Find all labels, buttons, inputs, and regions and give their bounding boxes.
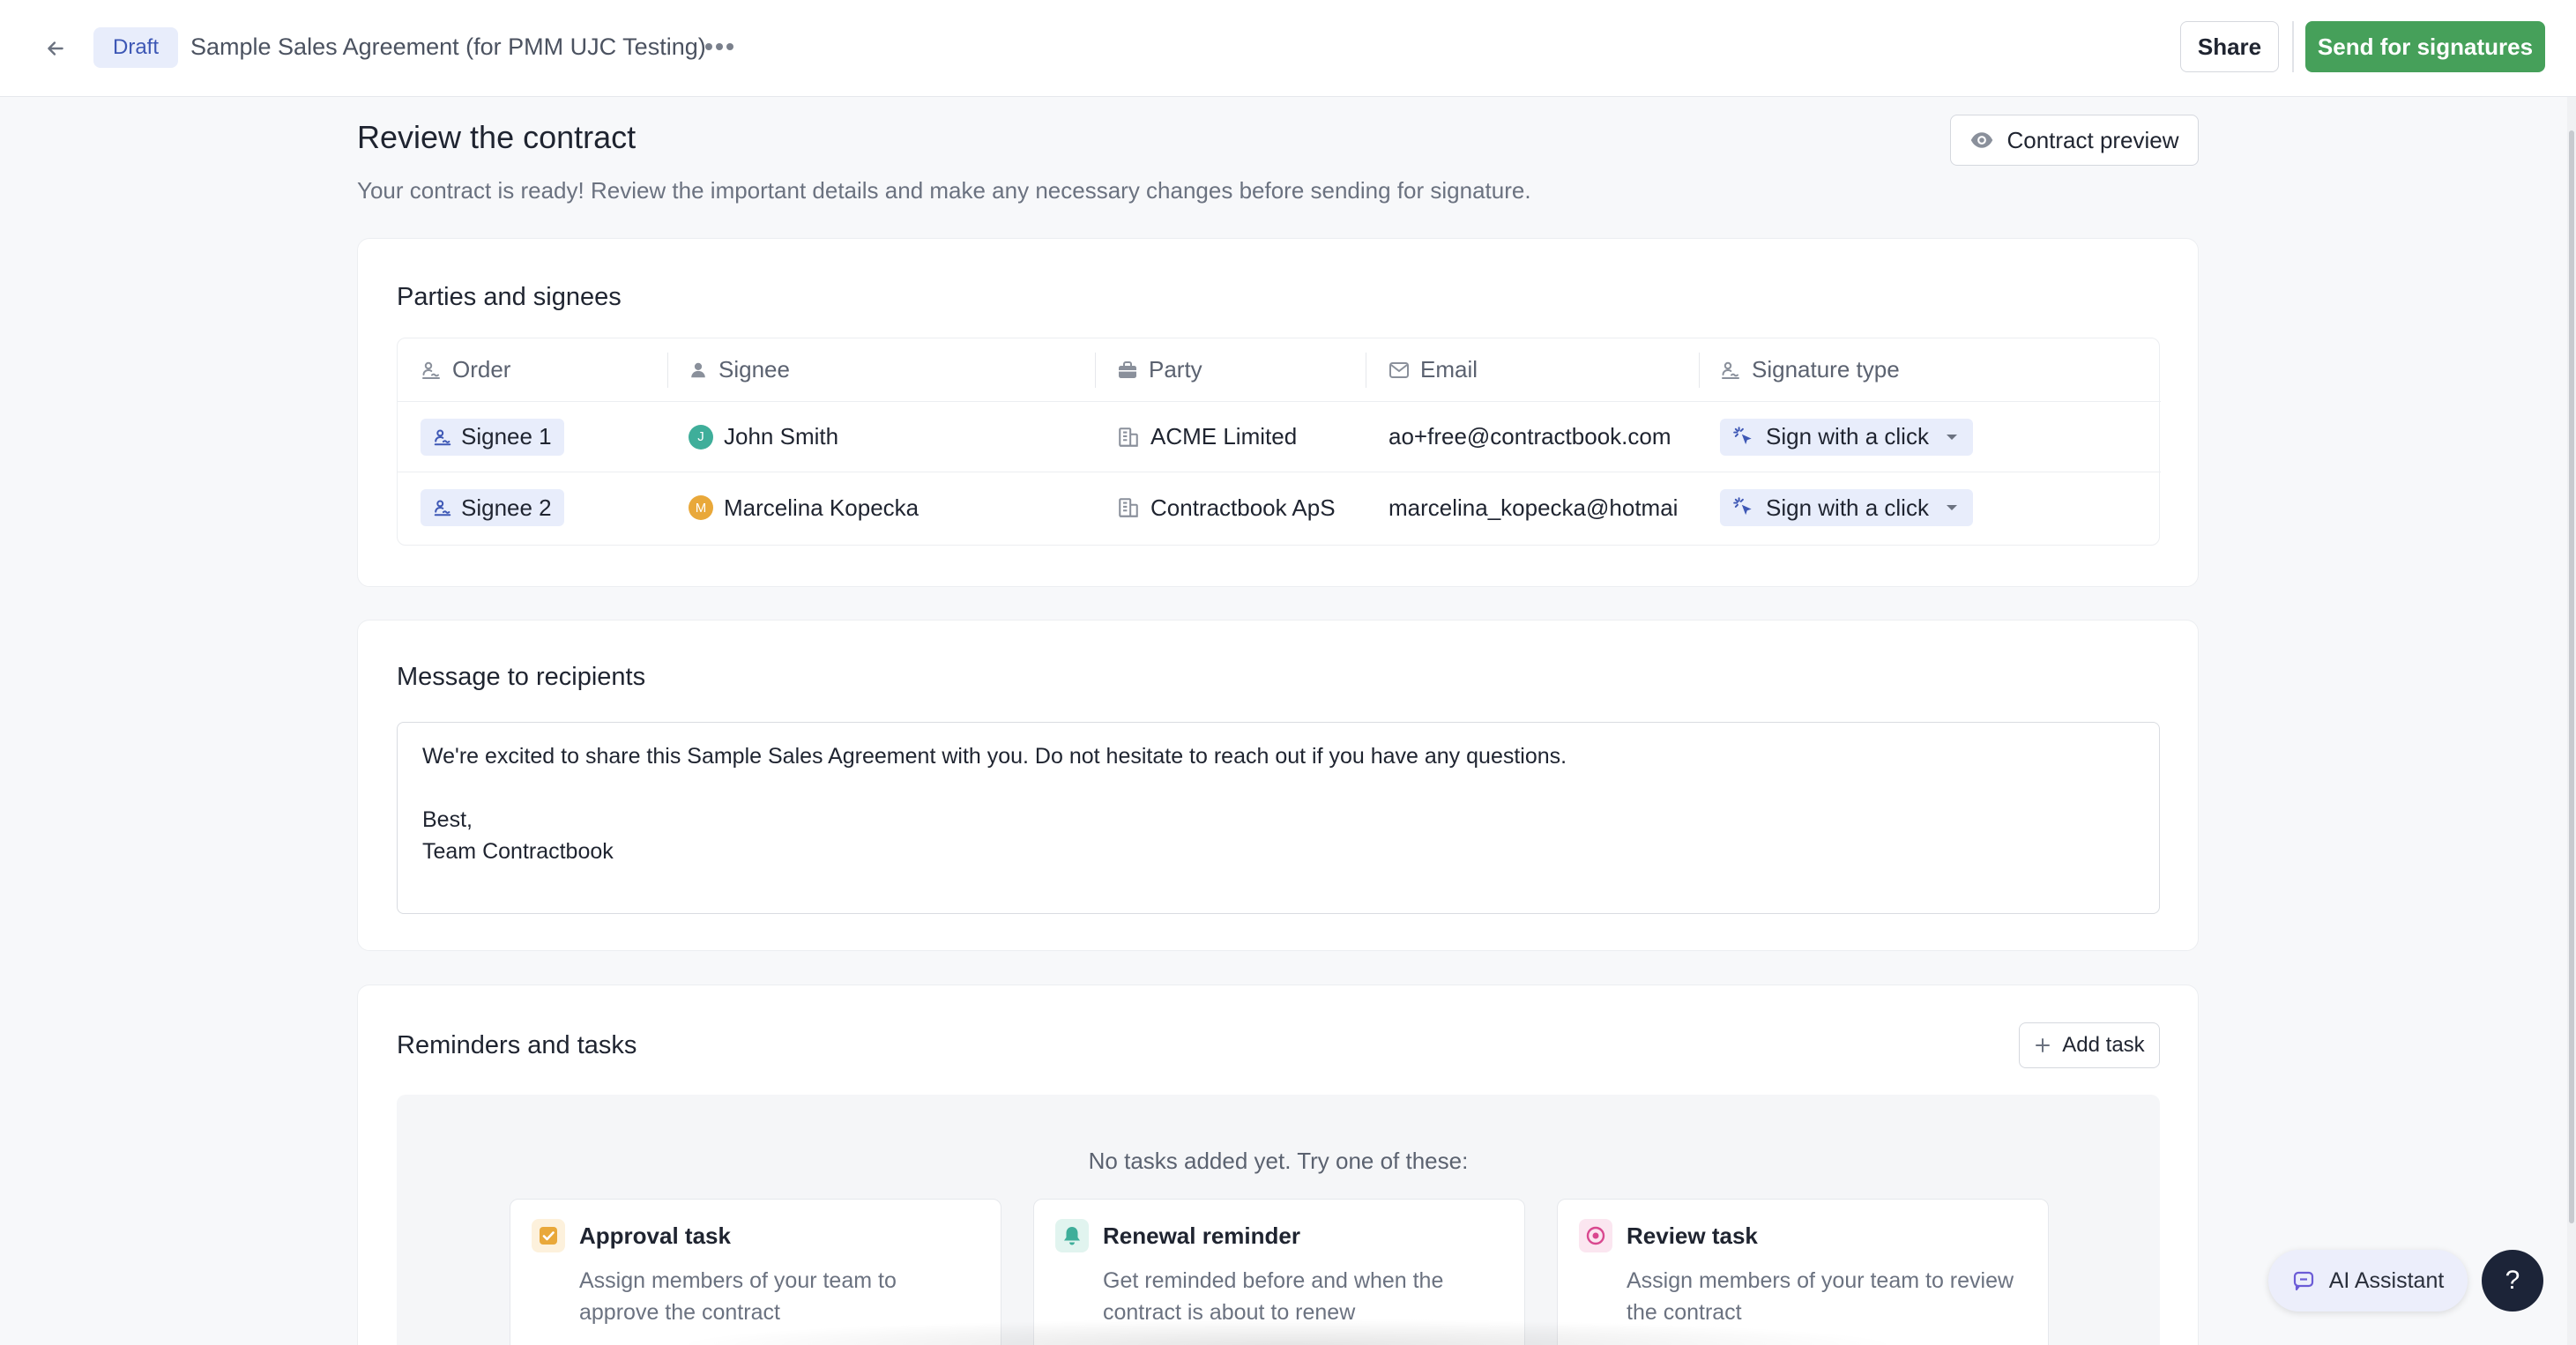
avatar: J bbox=[689, 424, 713, 450]
table-header-row: Order Signee Party Email Signature type bbox=[398, 338, 2161, 402]
help-button[interactable]: ? bbox=[2482, 1250, 2543, 1312]
task-title: Approval task bbox=[579, 1222, 731, 1249]
message-title: Message to recipients bbox=[397, 663, 646, 691]
message-line: We're excited to share this Sample Sales… bbox=[422, 744, 1567, 769]
column-header-signee: Signee bbox=[689, 338, 1085, 401]
caret-down-icon bbox=[1946, 434, 1957, 440]
signature-type-value: Sign with a click bbox=[1766, 423, 1929, 450]
table-row: Signee 1 J John Smith ACME Limited ao+fr… bbox=[398, 402, 2161, 472]
avatar: M bbox=[689, 495, 713, 520]
signature-icon bbox=[1722, 361, 1739, 379]
more-options-button[interactable] bbox=[702, 32, 737, 62]
signature-icon bbox=[422, 361, 440, 379]
contract-preview-label: Contract preview bbox=[2006, 126, 2179, 153]
signee-name[interactable]: Marcelina Kopecka bbox=[724, 494, 919, 522]
reminders-card: Reminders and tasks Add task No tasks ad… bbox=[357, 985, 2199, 1345]
checkbox-icon bbox=[532, 1219, 565, 1252]
signature-icon bbox=[434, 428, 451, 445]
message-card: Message to recipients We're excited to s… bbox=[357, 620, 2199, 951]
signature-type-dropdown[interactable]: Sign with a click bbox=[1720, 489, 1973, 526]
message-line bbox=[422, 772, 2134, 804]
page-subtitle: Your contract is ready! Review the impor… bbox=[357, 177, 1531, 204]
page-title: Review the contract bbox=[357, 119, 637, 155]
ai-assistant-label: AI Assistant bbox=[2328, 1267, 2445, 1293]
share-button[interactable]: Share bbox=[2180, 21, 2279, 72]
message-textarea[interactable]: We're excited to share this Sample Sales… bbox=[397, 722, 2160, 914]
message-line: Team Contractbook bbox=[422, 839, 614, 864]
tasks-empty-state: No tasks added yet. Try one of these: Ap… bbox=[397, 1095, 2160, 1345]
plus-icon bbox=[2036, 1038, 2051, 1052]
more-horizontal-icon bbox=[705, 43, 733, 50]
column-header-order: Order bbox=[421, 338, 659, 401]
add-task-label: Add task bbox=[2062, 1033, 2145, 1057]
message-line: Best, bbox=[422, 807, 473, 832]
document-title[interactable]: Sample Sales Agreement (for PMM UJC Test… bbox=[190, 32, 706, 62]
contract-preview-button[interactable]: Contract preview bbox=[1950, 115, 2199, 166]
task-title: Renewal reminder bbox=[1103, 1222, 1300, 1249]
column-separator[interactable] bbox=[1095, 353, 1096, 388]
scrollbar-thumb[interactable] bbox=[2569, 130, 2574, 1223]
sparkle-chat-icon bbox=[2293, 1271, 2313, 1291]
signature-icon bbox=[434, 500, 451, 516]
send-for-signatures-button[interactable]: Send for signatures bbox=[2305, 21, 2545, 72]
column-header-signature-type: Signature type bbox=[1720, 338, 2073, 401]
signee-name[interactable]: John Smith bbox=[724, 423, 838, 450]
bell-icon bbox=[1055, 1219, 1089, 1252]
ai-assistant-button[interactable]: AI Assistant bbox=[2268, 1250, 2468, 1312]
party-name: Contractbook ApS bbox=[1150, 494, 1336, 521]
eye-icon bbox=[1579, 1219, 1612, 1252]
signee-order-chip[interactable]: Signee 2 bbox=[421, 489, 564, 526]
building-icon bbox=[1119, 498, 1138, 517]
signee-email: marcelina_kopecka@hotmai bbox=[1389, 494, 1679, 521]
parties-table: Order Signee Party Email Signature type bbox=[397, 338, 2161, 546]
click-cursor-icon bbox=[1733, 426, 1752, 444]
column-separator[interactable] bbox=[667, 353, 668, 388]
reminders-title: Reminders and tasks bbox=[397, 1031, 637, 1059]
task-title: Review task bbox=[1627, 1222, 1758, 1249]
arrow-left-icon bbox=[48, 41, 63, 56]
party-name: ACME Limited bbox=[1150, 423, 1298, 450]
signature-type-dropdown[interactable]: Sign with a click bbox=[1720, 418, 1973, 456]
column-header-email: Email bbox=[1389, 338, 1688, 401]
table-row: Signee 2 M Marcelina Kopecka Contractboo… bbox=[398, 472, 2161, 543]
top-bar: Draft Sample Sales Agreement (for PMM UJ… bbox=[0, 0, 2576, 97]
back-button[interactable] bbox=[39, 32, 72, 65]
mail-icon bbox=[1389, 361, 1409, 378]
building-icon bbox=[1119, 427, 1138, 447]
column-separator[interactable] bbox=[1699, 353, 1700, 388]
add-task-button[interactable]: Add task bbox=[2019, 1022, 2160, 1068]
toolbar-divider bbox=[2292, 21, 2294, 72]
status-badge: Draft bbox=[93, 27, 179, 68]
eye-icon bbox=[1971, 132, 1993, 148]
briefcase-icon bbox=[1119, 360, 1136, 378]
column-header-party: Party bbox=[1117, 338, 1364, 401]
scroll-shadow bbox=[670, 1319, 1904, 1345]
parties-card: Parties and signees Order Signee Party E… bbox=[357, 238, 2199, 587]
signee-order-chip[interactable]: Signee 1 bbox=[421, 418, 564, 456]
caret-down-icon bbox=[1946, 505, 1957, 510]
parties-title: Parties and signees bbox=[397, 283, 622, 311]
signature-type-value: Sign with a click bbox=[1766, 494, 1929, 521]
user-icon bbox=[691, 362, 705, 377]
empty-state-text: No tasks added yet. Try one of these: bbox=[1088, 1148, 1469, 1174]
click-cursor-icon bbox=[1733, 497, 1752, 516]
signee-email: ao+free@contractbook.com bbox=[1389, 423, 1671, 450]
